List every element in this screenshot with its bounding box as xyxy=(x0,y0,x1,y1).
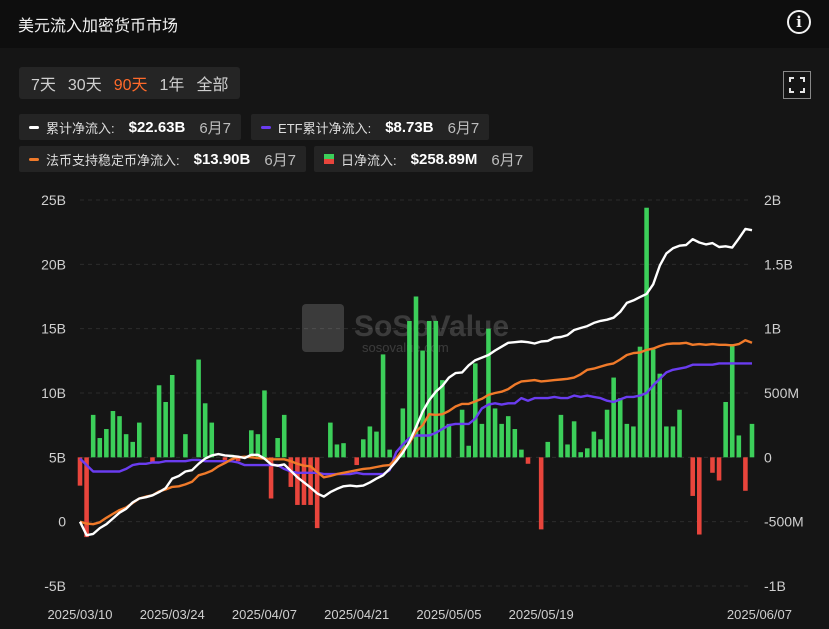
tab-30d[interactable]: 30天 xyxy=(62,71,108,95)
legend-date: 6月7 xyxy=(199,119,232,137)
legend-stablecoin[interactable]: 法币支持稳定币净流入: $13.90B 6月7 xyxy=(19,146,307,172)
legend-label: 累计净流入: xyxy=(46,120,115,136)
tab-90d[interactable]: 90天 xyxy=(108,71,154,95)
legend-value: $13.90B xyxy=(193,150,251,168)
tab-1y[interactable]: 1年 xyxy=(154,71,191,95)
legend-label: ETF累计净流入: xyxy=(278,120,372,136)
legend-cumulative[interactable]: 累计净流入: $22.63B 6月7 xyxy=(19,114,242,140)
legend-swatch xyxy=(261,125,272,129)
legend-daily[interactable]: 日净流入: $258.89M 6月7 xyxy=(314,146,534,172)
tab-7d[interactable]: 7天 xyxy=(25,71,62,95)
legend-value: $258.89M xyxy=(410,150,478,168)
fullscreen-icon xyxy=(789,77,805,93)
legend-swatch xyxy=(29,157,39,161)
legend-value: $8.73B xyxy=(385,118,434,136)
legend-row-2: 法币支持稳定币净流入: $13.90B 6月7 日净流入: $258.89M 6… xyxy=(19,146,534,172)
legend-label: 日净流入: xyxy=(341,152,397,168)
legend-row-1: 累计净流入: $22.63B 6月7 ETF累计净流入: $8.73B 6月7 xyxy=(19,114,490,140)
legend-date: 6月7 xyxy=(264,151,297,169)
legend-etf-cumulative[interactable]: ETF累计净流入: $8.73B 6月7 xyxy=(251,114,490,140)
legend-label: 法币支持稳定币净流入: xyxy=(46,152,180,168)
tab-all[interactable]: 全部 xyxy=(190,71,234,95)
legend-date: 6月7 xyxy=(447,119,480,137)
range-tabs: 7天 30天 90天 1年 全部 xyxy=(19,67,241,99)
page-title: 美元流入加密货币市场 xyxy=(18,18,179,35)
header-bar: 美元流入加密货币市场 i xyxy=(0,0,829,46)
legend-value: $22.63B xyxy=(128,118,186,136)
legend-swatch xyxy=(324,154,335,164)
fullscreen-button[interactable] xyxy=(783,71,811,99)
legend-date: 6月7 xyxy=(491,151,524,169)
info-icon[interactable]: i xyxy=(787,10,811,34)
legend-swatch xyxy=(29,125,39,129)
